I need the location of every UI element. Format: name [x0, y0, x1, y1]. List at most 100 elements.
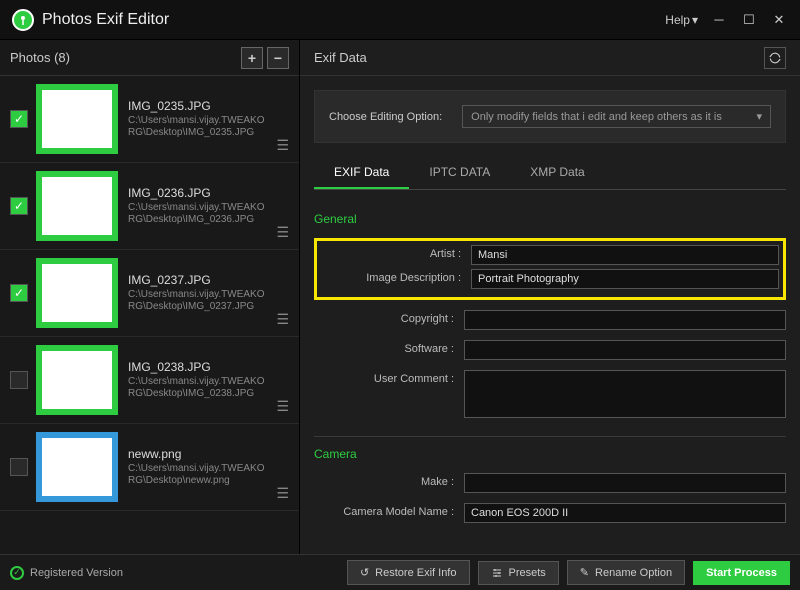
photo-list: ✓ IMG_0235.JPG C:\Users\mansi.vijay.TWEAKO…	[0, 76, 299, 554]
undo-icon: ↺	[360, 566, 369, 579]
input-camera-model[interactable]	[464, 503, 786, 523]
photo-row-menu-icon[interactable]: ☰	[276, 311, 289, 328]
bottom-bar: ✓ Registered Version ↺ Restore Exif Info…	[0, 554, 800, 590]
photo-file-info: neww.png C:\Users\mansi.vijay.TWEAKORG\De…	[128, 447, 270, 487]
label-user-comment: User Comment :	[314, 370, 464, 385]
photo-file-info: IMG_0235.JPG C:\Users\mansi.vijay.TWEAKOR…	[128, 99, 270, 139]
sliders-icon	[491, 567, 503, 579]
check-circle-icon: ✓	[10, 566, 24, 580]
photo-row[interactable]: ✓ IMG_0237.JPG C:\Users\mansi.vijay.TWEAKO…	[0, 250, 299, 337]
input-artist[interactable]	[471, 245, 779, 265]
photo-thumbnail	[36, 258, 118, 328]
photo-filepath: C:\Users\mansi.vijay.TWEAKORG\Desktop\IM…	[128, 376, 270, 400]
start-process-button[interactable]: Start Process	[693, 561, 790, 585]
refresh-button[interactable]	[764, 47, 786, 69]
app-title: Photos Exif Editor	[42, 11, 665, 29]
photo-row-menu-icon[interactable]: ☰	[276, 485, 289, 502]
label-camera-model: Camera Model Name :	[314, 503, 464, 518]
photo-file-info: IMG_0238.JPG C:\Users\mansi.vijay.TWEAKOR…	[128, 360, 270, 400]
right-panel: Exif Data Choose Editing Option: Only mo…	[300, 40, 800, 554]
pencil-icon: ✎	[580, 566, 589, 579]
presets-button[interactable]: Presets	[478, 561, 559, 585]
label-copyright: Copyright :	[314, 310, 464, 325]
photo-thumbnail	[36, 432, 118, 502]
photo-checkbox[interactable]	[10, 371, 28, 389]
presets-label: Presets	[509, 567, 546, 579]
photos-header: Photos (8) + −	[0, 40, 299, 76]
editing-option-row: Choose Editing Option: Only modify field…	[314, 90, 786, 143]
editing-option-select[interactable]: Only modify fields that i edit and keep …	[462, 105, 771, 128]
photo-row-menu-icon[interactable]: ☰	[276, 224, 289, 241]
photo-row-menu-icon[interactable]: ☰	[276, 137, 289, 154]
add-photo-button[interactable]: +	[241, 47, 263, 69]
photo-filepath: C:\Users\mansi.vijay.TWEAKORG\Desktop\ne…	[128, 463, 270, 487]
photo-filepath: C:\Users\mansi.vijay.TWEAKORG\Desktop\IM…	[128, 115, 270, 139]
remove-photo-button[interactable]: −	[267, 47, 289, 69]
photo-checkbox[interactable]: ✓	[10, 110, 28, 128]
maximize-button[interactable]: ☐	[734, 5, 764, 35]
section-divider	[314, 436, 786, 437]
chevron-down-icon: ▾	[692, 13, 698, 27]
tab-iptc[interactable]: IPTC DATA	[409, 157, 510, 189]
registration-label: Registered Version	[30, 567, 123, 579]
restore-exif-button[interactable]: ↺ Restore Exif Info	[347, 560, 470, 585]
row-camera-model: Camera Model Name :	[314, 503, 786, 523]
input-make[interactable]	[464, 473, 786, 493]
highlighted-fields: Artist : Image Description :	[314, 238, 786, 300]
photo-thumbnail	[36, 84, 118, 154]
label-make: Make :	[314, 473, 464, 488]
row-user-comment: User Comment :	[314, 370, 786, 418]
photo-filepath: C:\Users\mansi.vijay.TWEAKORG\Desktop\IM…	[128, 202, 270, 226]
input-copyright[interactable]	[464, 310, 786, 330]
label-software: Software :	[314, 340, 464, 355]
row-copyright: Copyright :	[314, 310, 786, 330]
row-image-description: Image Description :	[321, 269, 779, 289]
chevron-down-icon: ▾	[756, 110, 762, 123]
photo-row[interactable]: ✓ IMG_0236.JPG C:\Users\mansi.vijay.TWEAKO…	[0, 163, 299, 250]
exif-tabs: EXIF Data IPTC DATA XMP Data	[314, 157, 786, 190]
title-bar: Photos Exif Editor Help ▾ ─ ☐ ✕	[0, 0, 800, 40]
input-user-comment[interactable]	[464, 370, 786, 418]
photo-row[interactable]: IMG_0238.JPG C:\Users\mansi.vijay.TWEAKOR…	[0, 337, 299, 424]
photo-row-menu-icon[interactable]: ☰	[276, 398, 289, 415]
section-camera-title: Camera	[314, 447, 786, 461]
form-area: General Artist : Image Description : Cop…	[300, 190, 800, 554]
photo-thumbnail	[36, 345, 118, 415]
photo-filename: IMG_0235.JPG	[128, 99, 270, 113]
refresh-icon	[768, 51, 782, 65]
photos-count: Photos (8)	[10, 50, 237, 65]
minimize-button[interactable]: ─	[704, 5, 734, 35]
input-software[interactable]	[464, 340, 786, 360]
photo-filename: IMG_0238.JPG	[128, 360, 270, 374]
tab-xmp[interactable]: XMP Data	[510, 157, 604, 189]
row-artist: Artist :	[321, 245, 779, 265]
exif-header: Exif Data	[300, 40, 800, 76]
editing-option-value: Only modify fields that i edit and keep …	[471, 111, 722, 123]
app-logo-icon	[12, 9, 34, 31]
photo-filepath: C:\Users\mansi.vijay.TWEAKORG\Desktop\IM…	[128, 289, 270, 313]
tab-exif[interactable]: EXIF Data	[314, 157, 409, 189]
photo-thumbnail	[36, 171, 118, 241]
help-menu[interactable]: Help ▾	[665, 13, 698, 27]
start-label: Start Process	[706, 567, 777, 579]
rename-option-button[interactable]: ✎ Rename Option	[567, 560, 685, 585]
left-panel: Photos (8) + − ✓ IMG_0235.JPG C:\Users\man…	[0, 40, 300, 554]
photo-filename: IMG_0237.JPG	[128, 273, 270, 287]
photo-checkbox[interactable]: ✓	[10, 197, 28, 215]
registration-status: ✓ Registered Version	[10, 566, 123, 580]
input-image-description[interactable]	[471, 269, 779, 289]
row-make: Make :	[314, 473, 786, 493]
photo-filename: IMG_0236.JPG	[128, 186, 270, 200]
photo-checkbox[interactable]: ✓	[10, 284, 28, 302]
exif-panel-title: Exif Data	[314, 50, 367, 65]
close-button[interactable]: ✕	[764, 5, 794, 35]
photo-file-info: IMG_0237.JPG C:\Users\mansi.vijay.TWEAKOR…	[128, 273, 270, 313]
editing-option-label: Choose Editing Option:	[329, 111, 442, 123]
photo-row[interactable]: neww.png C:\Users\mansi.vijay.TWEAKORG\De…	[0, 424, 299, 511]
photo-row[interactable]: ✓ IMG_0235.JPG C:\Users\mansi.vijay.TWEAKO…	[0, 76, 299, 163]
restore-label: Restore Exif Info	[375, 567, 456, 579]
photo-checkbox[interactable]	[10, 458, 28, 476]
help-label: Help	[665, 13, 690, 27]
label-artist: Artist :	[321, 245, 471, 260]
photo-filename: neww.png	[128, 447, 270, 461]
